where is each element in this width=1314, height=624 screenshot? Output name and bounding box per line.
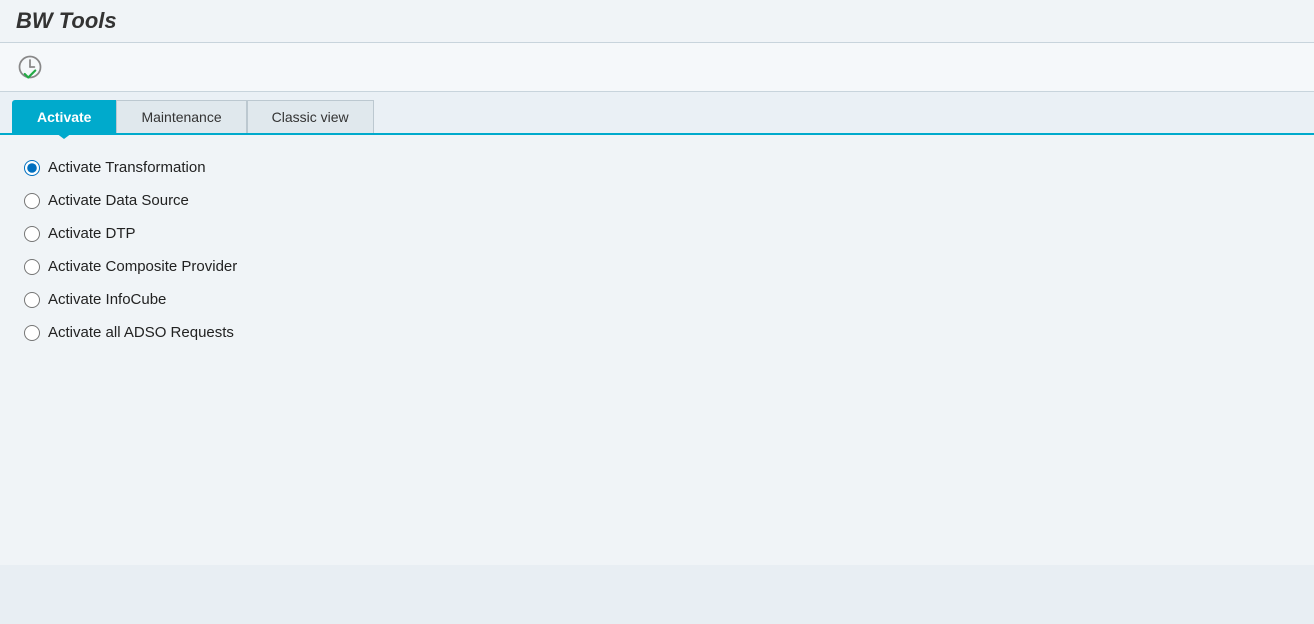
content-area: Activate Transformation Activate Data So…	[0, 135, 1314, 565]
radio-infocube[interactable]	[24, 292, 40, 308]
radio-datasource[interactable]	[24, 193, 40, 209]
radio-item-infocube[interactable]: Activate InfoCube	[24, 291, 1290, 308]
tab-maintenance[interactable]: Maintenance	[116, 100, 246, 133]
toolbar	[0, 43, 1314, 92]
radio-group: Activate Transformation Activate Data So…	[24, 159, 1290, 341]
radio-item-composite[interactable]: Activate Composite Provider	[24, 258, 1290, 275]
radio-item-dtp[interactable]: Activate DTP	[24, 225, 1290, 242]
tab-classic-view[interactable]: Classic view	[247, 100, 374, 133]
tabs-container: Activate Maintenance Classic view	[0, 92, 1314, 135]
radio-item-adso[interactable]: Activate all ADSO Requests	[24, 324, 1290, 341]
radio-dtp[interactable]	[24, 226, 40, 242]
refresh-icon-button[interactable]	[12, 49, 48, 85]
radio-composite[interactable]	[24, 259, 40, 275]
radio-item-transformation[interactable]: Activate Transformation	[24, 159, 1290, 176]
tab-activate[interactable]: Activate	[12, 100, 116, 133]
radio-transformation[interactable]	[24, 160, 40, 176]
app-title: BW Tools	[16, 8, 1298, 34]
title-bar: BW Tools	[0, 0, 1314, 43]
radio-adso[interactable]	[24, 325, 40, 341]
radio-item-datasource[interactable]: Activate Data Source	[24, 192, 1290, 209]
